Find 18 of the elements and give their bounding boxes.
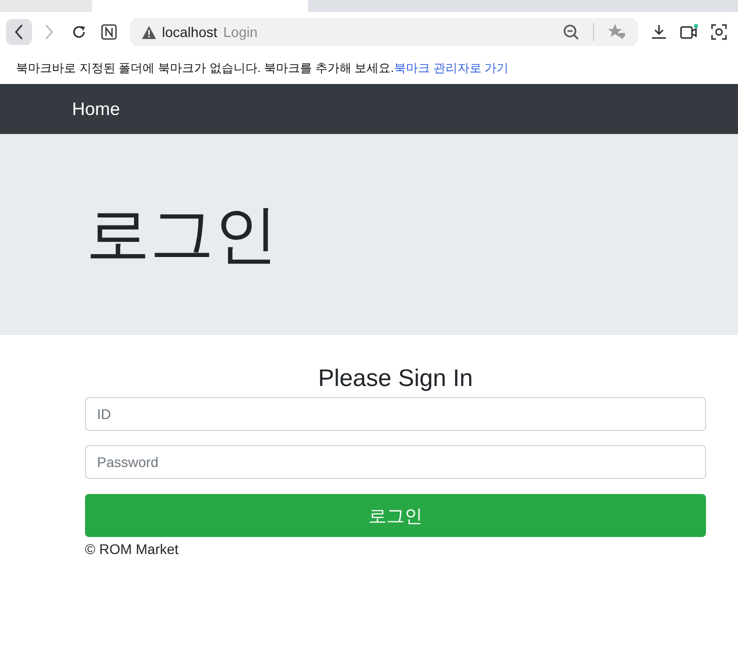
form-title: Please Sign In xyxy=(317,365,474,393)
address-bar[interactable]: localhost Login xyxy=(130,18,638,46)
home-link[interactable]: Home xyxy=(72,98,120,120)
bookmark-bar-message: 북마크바로 지정된 폴더에 북마크가 없습니다. 북마크를 추가해 보세요. xyxy=(16,60,394,76)
back-icon xyxy=(13,24,25,40)
address-host: localhost xyxy=(162,24,218,40)
input-field[interactable]: ID xyxy=(85,397,706,431)
zoom-out-icon[interactable] xyxy=(563,24,579,40)
page-title: Login xyxy=(223,24,258,40)
reload-icon xyxy=(71,24,87,40)
back-button[interactable] xyxy=(6,19,32,45)
bookmark-star-icon[interactable] xyxy=(608,24,626,40)
warning-icon xyxy=(142,26,156,38)
forward-icon xyxy=(43,24,55,40)
copyright-text: © ROM Market xyxy=(85,541,180,557)
input-field[interactable]: Password xyxy=(85,445,706,479)
page-heading: 로그인 xyxy=(86,197,278,272)
bookmark-manager-link[interactable]: 북마크 관리자로 가기 xyxy=(394,60,509,76)
